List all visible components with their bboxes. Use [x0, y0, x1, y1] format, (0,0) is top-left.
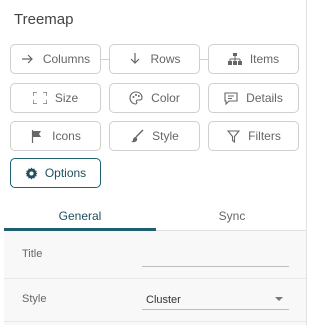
items-button[interactable]: Items [208, 44, 299, 74]
style-select[interactable]: Cluster [142, 290, 289, 310]
options-button[interactable]: Options [10, 158, 101, 188]
filter-icon [226, 129, 240, 143]
visualization-settings-panel: Treemap Columns Rows Items Size Color De… [0, 0, 307, 325]
connector-line [200, 59, 208, 60]
row-divider [4, 321, 306, 322]
style-select-value: Cluster [146, 293, 181, 306]
filters-label: Filters [248, 129, 281, 143]
details-label: Details [246, 91, 283, 105]
rows-label: Rows [150, 52, 181, 66]
flag-icon [30, 129, 44, 143]
icons-label: Icons [52, 129, 81, 143]
color-button[interactable]: Color [109, 83, 200, 113]
tab-general[interactable]: General [4, 200, 156, 231]
arrow-right-icon [21, 52, 35, 66]
style-label: Style [152, 129, 179, 143]
gear-icon [25, 166, 38, 180]
chevron-down-icon [275, 297, 283, 301]
color-label: Color [151, 91, 180, 105]
columns-button[interactable]: Columns [10, 44, 101, 74]
tab-sync[interactable]: Sync [156, 200, 308, 231]
hierarchy-icon [227, 52, 242, 66]
rows-button[interactable]: Rows [109, 44, 200, 74]
row-divider [4, 278, 306, 279]
filters-button[interactable]: Filters [208, 121, 299, 151]
style-button[interactable]: Style [109, 121, 200, 151]
comment-icon [224, 91, 238, 105]
icons-button[interactable]: Icons [10, 121, 101, 151]
connector-line [101, 59, 109, 60]
items-label: Items [249, 52, 280, 66]
palette-icon [129, 91, 143, 105]
arrow-down-icon [128, 52, 142, 66]
size-label: Size [54, 91, 79, 105]
style-setting-label: Style [22, 293, 47, 305]
paintbrush-icon [130, 129, 144, 143]
tab-bar: General Sync [0, 200, 306, 231]
title-input[interactable] [142, 247, 289, 267]
size-button[interactable]: Size [10, 83, 101, 113]
details-button[interactable]: Details [208, 83, 299, 113]
panel-title: Treemap [14, 11, 74, 28]
columns-label: Columns [42, 52, 91, 66]
options-label: Options [44, 166, 87, 180]
resize-icon [32, 91, 47, 105]
title-setting-label: Title [22, 248, 43, 260]
